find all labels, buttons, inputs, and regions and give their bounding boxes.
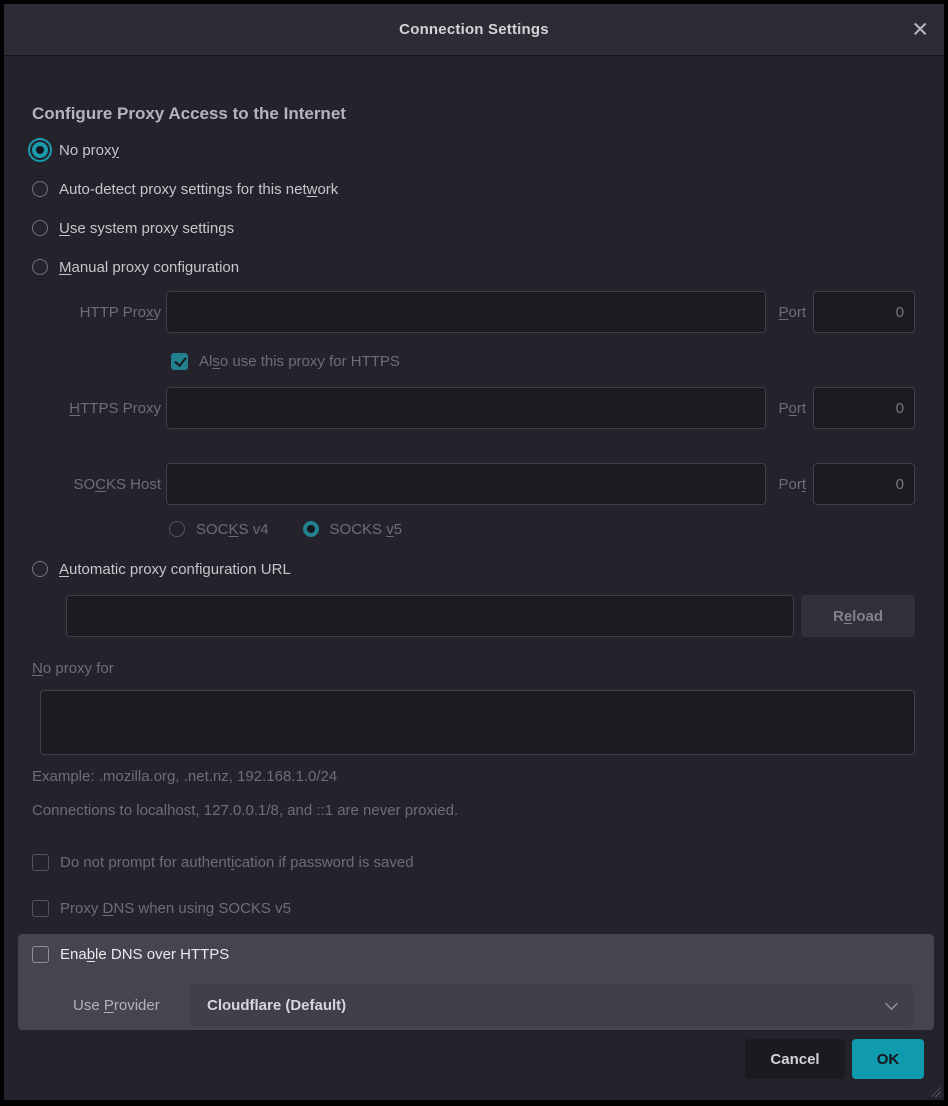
socks-version-radio-group: SOCKS v4 SOCKS v5 bbox=[169, 518, 915, 540]
radio-no-proxy[interactable]: No proxy bbox=[32, 137, 915, 163]
localhost-note-text: Connections to localhost, 127.0.0.1/8, a… bbox=[32, 802, 915, 821]
enable-doh-checkbox[interactable] bbox=[32, 946, 49, 963]
http-port-input[interactable] bbox=[813, 291, 915, 333]
auto-config-url-input[interactable] bbox=[66, 595, 794, 637]
radio-manual-proxy-label: Manual proxy configuration bbox=[59, 259, 239, 276]
no-proxy-for-textarea[interactable] bbox=[40, 690, 915, 755]
radio-socks-v4-label: SOCKS v4 bbox=[196, 521, 269, 538]
also-https-checkbox-row[interactable]: Also use this proxy for HTTPS bbox=[171, 350, 915, 372]
auto-config-url-row: Reload bbox=[66, 595, 915, 637]
radio-socks-v4-control[interactable] bbox=[169, 521, 185, 537]
radio-auto-detect-label: Auto-detect proxy settings for this netw… bbox=[59, 181, 338, 198]
proxy-dns-checkbox[interactable] bbox=[32, 900, 49, 917]
provider-dropdown-value: Cloudflare (Default) bbox=[207, 997, 346, 1014]
radio-no-proxy-label: No proxy bbox=[59, 142, 119, 159]
https-proxy-label: HTTPS Proxy bbox=[32, 400, 166, 417]
radio-auto-detect[interactable]: Auto-detect proxy settings for this netw… bbox=[32, 176, 915, 202]
radio-socks-v5-control[interactable] bbox=[303, 521, 319, 537]
dialog-content: Configure Proxy Access to the Internet N… bbox=[4, 56, 944, 1030]
socks-port-label: Port bbox=[766, 476, 813, 493]
no-proxy-for-label: No proxy for bbox=[32, 660, 915, 680]
socks-host-row: SOCKS Host Port bbox=[32, 463, 915, 505]
screenshot-root: { "window": { "title": "Connection Setti… bbox=[0, 0, 948, 1106]
radio-auto-config-url[interactable]: Automatic proxy configuration URL bbox=[32, 556, 915, 582]
http-proxy-row: HTTP Proxy Port bbox=[32, 291, 915, 333]
connection-settings-dialog: Connection Settings ✕ Configure Proxy Ac… bbox=[4, 4, 944, 1100]
https-port-input[interactable] bbox=[813, 387, 915, 429]
http-proxy-input[interactable] bbox=[166, 291, 766, 333]
radio-manual-proxy-control[interactable] bbox=[32, 259, 48, 275]
no-prompt-auth-checkbox[interactable] bbox=[32, 854, 49, 871]
dialog-titlebar: Connection Settings ✕ bbox=[4, 4, 944, 56]
resize-grip[interactable] bbox=[928, 1084, 941, 1097]
radio-socks-v5-label: SOCKS v5 bbox=[330, 521, 403, 538]
reload-button[interactable]: Reload bbox=[801, 595, 915, 637]
radio-auto-config-url-control[interactable] bbox=[32, 561, 48, 577]
page-title: Configure Proxy Access to the Internet bbox=[32, 104, 915, 124]
provider-dropdown[interactable]: Cloudflare (Default) bbox=[190, 984, 913, 1026]
socks-host-input[interactable] bbox=[166, 463, 766, 505]
radio-no-proxy-control[interactable] bbox=[32, 142, 48, 158]
radio-system-proxy[interactable]: Use system proxy settings bbox=[32, 215, 915, 241]
proxy-dns-label: Proxy DNS when using SOCKS v5 bbox=[60, 900, 291, 917]
no-proxy-example-text: Example: .mozilla.org, .net.nz, 192.168.… bbox=[32, 768, 915, 787]
use-provider-label: Use Provider bbox=[73, 997, 190, 1014]
enable-doh-checkbox-row[interactable]: Enable DNS over HTTPS bbox=[32, 943, 913, 965]
http-proxy-label: HTTP Proxy bbox=[32, 304, 166, 321]
radio-manual-proxy[interactable]: Manual proxy configuration bbox=[32, 254, 915, 280]
proxy-dns-checkbox-row[interactable]: Proxy DNS when using SOCKS v5 bbox=[32, 897, 915, 919]
socks-port-input[interactable] bbox=[813, 463, 915, 505]
also-https-label: Also use this proxy for HTTPS bbox=[199, 353, 400, 370]
radio-system-proxy-control[interactable] bbox=[32, 220, 48, 236]
ok-button[interactable]: OK bbox=[852, 1039, 924, 1079]
http-port-label: Port bbox=[766, 304, 813, 321]
https-proxy-input[interactable] bbox=[166, 387, 766, 429]
https-port-label: Port bbox=[766, 400, 813, 417]
dialog-title: Connection Settings bbox=[399, 21, 549, 38]
also-https-checkbox[interactable] bbox=[171, 353, 188, 370]
proxy-mode-radio-group: No proxy Auto-detect proxy settings for … bbox=[32, 137, 915, 280]
doh-provider-row: Use Provider Cloudflare (Default) bbox=[73, 984, 913, 1026]
no-prompt-auth-checkbox-row[interactable]: Do not prompt for authentication if pass… bbox=[32, 851, 915, 873]
enable-doh-label: Enable DNS over HTTPS bbox=[60, 946, 229, 963]
cancel-button[interactable]: Cancel bbox=[745, 1039, 845, 1079]
no-prompt-auth-label: Do not prompt for authentication if pass… bbox=[60, 854, 414, 871]
https-proxy-row: HTTPS Proxy Port bbox=[32, 387, 915, 429]
chevron-down-icon bbox=[885, 997, 898, 1010]
radio-auto-detect-control[interactable] bbox=[32, 181, 48, 197]
radio-system-proxy-label: Use system proxy settings bbox=[59, 220, 234, 237]
socks-host-label: SOCKS Host bbox=[32, 476, 166, 493]
dialog-footer: Cancel OK bbox=[4, 1030, 944, 1079]
dns-over-https-panel: Enable DNS over HTTPS Use Provider Cloud… bbox=[18, 934, 934, 1030]
radio-auto-config-url-label: Automatic proxy configuration URL bbox=[59, 561, 291, 578]
close-icon[interactable]: ✕ bbox=[911, 19, 929, 40]
